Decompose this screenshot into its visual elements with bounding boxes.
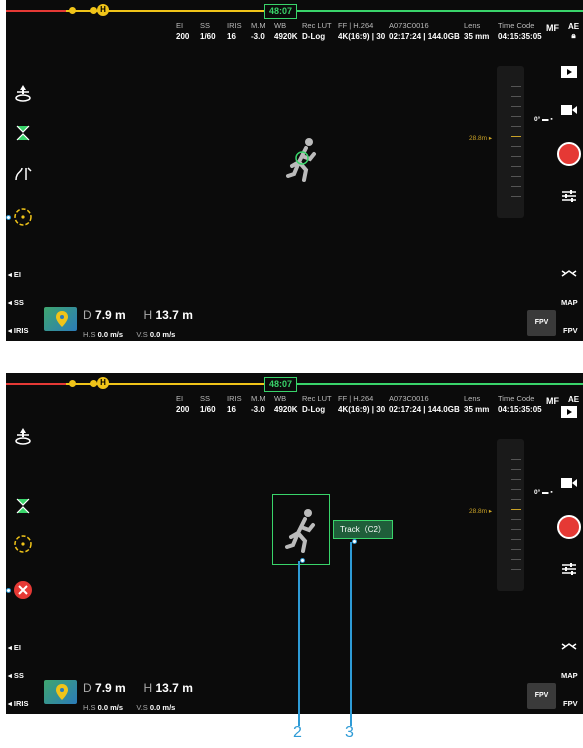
callout-pointer-dot [6,215,11,220]
home-point-badge: H [97,4,109,16]
obstacle-avoidance-icon[interactable] [559,637,579,657]
flight-time-remaining: 48:07 [264,4,298,19]
iris-side-label[interactable]: ◂ IRIS [8,699,28,708]
return-to-home-icon[interactable] [12,495,34,517]
map-button[interactable]: MAP [561,671,578,680]
altitude-scale [497,66,524,218]
battery-bar-green [266,383,583,385]
video-mode-icon[interactable] [559,100,579,120]
ae-lock-button[interactable]: AE🔒︎ [568,22,579,41]
altitude-scale [497,439,524,591]
settings-sliders-icon[interactable] [559,559,579,579]
altitude-marker: 28.8m ▸ [469,135,493,142]
param-rec-lut: Rec LUT D-Log [302,394,332,414]
param-lens: Lens 35 mm [464,21,490,41]
battery-bar-green [266,10,583,12]
param-format: FF | H.264 4K(16:9) | 30 [338,394,386,414]
param-rec-lut: Rec LUT D-Log [302,21,332,41]
param-clip: A073C0016 02:17:24 | 144.0GB [389,394,460,414]
param-wb: WB 4920K [274,21,298,41]
settings-sliders-icon[interactable] [559,186,579,206]
focus-mode-button[interactable]: MF [546,396,559,406]
callout-pointer-dot [300,558,305,563]
running-person-icon[interactable] [283,507,323,555]
track-button[interactable]: Track（C2） [333,520,393,539]
takeoff-icon[interactable] [12,425,34,447]
param-wb: WB 4920K [274,394,298,414]
running-person-icon[interactable] [284,136,324,184]
param-ss: SS 1/60 [200,394,216,414]
obstacle-avoidance-icon[interactable] [559,264,579,284]
callout-number: 3 [345,724,354,741]
param-clip: A073C0016 02:17:24 | 144.0GB [389,21,460,41]
focus-track-icon[interactable] [12,206,34,228]
video-mode-icon[interactable] [559,473,579,493]
playback-icon[interactable] [559,62,579,82]
telemetry-readout: D 7.9 m H 13.7 m [83,681,193,695]
callout-pointer-dot [6,588,11,593]
iris-side-label[interactable]: ◂ IRIS [8,326,28,335]
battery-marker-dot [69,380,76,387]
map-pin-icon [56,311,68,327]
map-thumbnail[interactable] [44,680,77,704]
speed-readout: H.S 0.0 m/s V.S 0.0 m/s [83,703,176,712]
callout-line [298,561,300,726]
param-mm: M.M -3.0 [251,21,266,41]
battery-bar-red [6,10,66,12]
focus-mode-button[interactable]: MF [546,23,559,33]
param-iris: IRIS 16 [227,394,242,414]
focus-track-icon[interactable] [12,533,34,555]
param-iris: IRIS 16 [227,21,242,41]
playback-icon[interactable] [559,402,579,422]
ei-side-label[interactable]: ◂ EI [8,643,21,652]
map-pin-icon [56,684,68,700]
param-timecode: Time Code 04:15:35:05 [498,394,542,414]
fpv-label[interactable]: FPV [563,326,578,335]
map-button[interactable]: MAP [561,298,578,307]
ss-side-label[interactable]: ◂ SS [8,671,24,680]
cancel-track-icon[interactable] [12,579,34,601]
battery-marker-dot [90,380,97,387]
speed-readout: H.S 0.0 m/s V.S 0.0 m/s [83,330,176,339]
fpv-button[interactable]: FPV [527,683,556,709]
param-format: FF | H.264 4K(16:9) | 30 [338,21,386,41]
callout-pointer-dot [352,539,357,544]
telemetry-readout: D 7.9 m H 13.7 m [83,308,193,322]
return-to-home-icon[interactable] [12,122,34,144]
callout-line [350,542,352,726]
gimbal-angle-marker: 0° ▬ ▪ [534,116,553,123]
fpv-label[interactable]: FPV [563,699,578,708]
altitude-marker: 28.8m ▸ [469,508,493,515]
ss-side-label[interactable]: ◂ SS [8,298,24,307]
fpv-button[interactable]: FPV [527,310,556,336]
param-lens: Lens 35 mm [464,394,490,414]
param-ei: EI 200 [176,394,190,414]
param-timecode: Time Code 04:15:35:05 [498,21,542,41]
home-point-badge: H [97,377,109,389]
map-thumbnail[interactable] [44,307,77,331]
flight-route-icon[interactable] [12,162,34,184]
record-button[interactable] [557,142,581,166]
param-ss: SS 1/60 [200,21,216,41]
flight-screen-top: H 48:07 EI 200 SS 1/60 IRIS 16 M.M -3.0 WB 49… [6,0,583,341]
takeoff-icon[interactable] [12,82,34,104]
battery-marker-dot [90,7,97,14]
gimbal-angle-marker: 0° ▬ ▪ [534,489,553,496]
flight-screen-bottom: H 48:07 EI 200 SS 1/60 IRIS 16 M.M -3.0 WB 49… [6,373,583,714]
callout-number: 2 [293,724,302,741]
battery-bar-red [6,383,66,385]
flight-time-remaining: 48:07 [264,377,298,392]
record-button[interactable] [557,515,581,539]
param-mm: M.M -3.0 [251,394,266,414]
ei-side-label[interactable]: ◂ EI [8,270,21,279]
param-ei: EI 200 [176,21,190,41]
lock-icon: 🔒︎ [571,31,576,40]
battery-marker-dot [69,7,76,14]
